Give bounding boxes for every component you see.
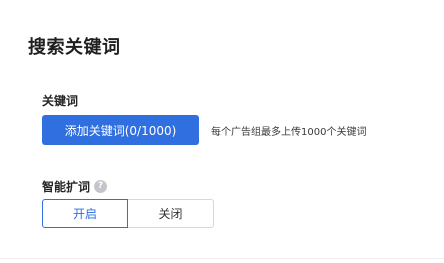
add-keywords-button[interactable]: 添加关键词(0/1000)	[42, 115, 199, 145]
smart-expand-toggle: 开启 关闭	[42, 199, 214, 228]
keywords-limit-hint: 每个广告组最多上传1000个关键词	[211, 127, 367, 138]
keyword-settings-panel: 搜索关键词 关键词 添加关键词(0/1000) 每个广告组最多上传1000个关键…	[0, 0, 444, 263]
bottom-divider	[0, 258, 444, 259]
section-title: 搜索关键词	[28, 37, 121, 58]
keywords-label: 关键词	[42, 94, 79, 108]
help-icon[interactable]: ?	[94, 180, 108, 193]
smart-expand-label-row: 智能扩词 ?	[42, 178, 108, 195]
smart-expand-on-button[interactable]: 开启	[42, 199, 128, 228]
smart-expand-label: 智能扩词	[42, 180, 91, 194]
smart-expand-off-button[interactable]: 关闭	[128, 199, 214, 228]
